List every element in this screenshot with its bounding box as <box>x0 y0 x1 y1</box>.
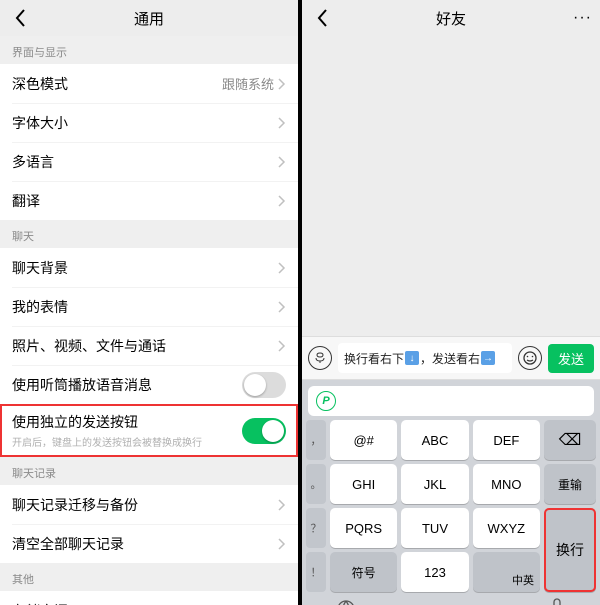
key-newline-highlighted[interactable]: 换行 <box>544 508 596 592</box>
chevron-right-icon <box>278 262 286 274</box>
row-stickers[interactable]: 我的表情 <box>0 287 298 326</box>
msg-text-1: 换行看右下 <box>344 350 404 367</box>
page-title: 好友 <box>436 8 466 29</box>
row-label: 聊天背景 <box>12 258 278 278</box>
keyboard-left-column: ， 。 ？ ！ <box>306 420 326 592</box>
key-comma[interactable]: ， <box>306 420 326 460</box>
row-multilang[interactable]: 多语言 <box>0 142 298 181</box>
row-media[interactable]: 照片、视频、文件与通话 <box>0 326 298 365</box>
chevron-left-icon <box>15 9 26 27</box>
key-delete[interactable]: ⌫ <box>544 420 596 460</box>
row-label: 使用听筒播放语音消息 <box>12 375 242 395</box>
section-header-chat: 聊天 <box>0 220 298 248</box>
page-title: 通用 <box>134 8 164 29</box>
key-def[interactable]: DEF <box>473 420 540 460</box>
key-jkl[interactable]: JKL <box>401 464 468 504</box>
section-header-other: 其他 <box>0 563 298 591</box>
key-wxyz[interactable]: WXYZ <box>473 508 540 548</box>
row-migrate[interactable]: 聊天记录迁移与备份 <box>0 485 298 524</box>
keyboard: P ， 。 ？ ！ @# ABC DEF GHI J <box>302 380 600 605</box>
row-label: 字体大小 <box>12 113 278 133</box>
key-question[interactable]: ？ <box>306 508 326 548</box>
chevron-right-icon <box>278 195 286 207</box>
chat-screen: 好友 ··· 换行看右下 ↓ ，发送看右 → 发送 P <box>302 0 600 605</box>
nav-bar: 好友 ··· <box>302 0 600 36</box>
key-at[interactable]: @# <box>330 420 397 460</box>
row-translate[interactable]: 翻译 <box>0 181 298 220</box>
key-pqrs[interactable]: PQRS <box>330 508 397 548</box>
row-send-button-highlighted: 使用独立的发送按钮 开启后，键盘上的发送按钮会被替换成换行 <box>0 404 298 457</box>
key-reinput[interactable]: 重输 <box>544 464 596 504</box>
chevron-right-icon <box>278 499 286 511</box>
chevron-right-icon <box>278 340 286 352</box>
input-bar: 换行看右下 ↓ ，发送看右 → 发送 <box>302 336 600 380</box>
chevron-right-icon <box>278 538 286 550</box>
section-header-history: 聊天记录 <box>0 457 298 485</box>
key-mno[interactable]: MNO <box>473 464 540 504</box>
chat-message-area[interactable] <box>302 36 600 336</box>
row-storage[interactable]: 存储空间 <box>0 591 298 605</box>
key-period[interactable]: 。 <box>306 464 326 504</box>
row-label: 翻译 <box>12 191 278 211</box>
emoji-icon[interactable] <box>518 346 542 370</box>
back-button[interactable] <box>310 6 334 30</box>
chevron-left-icon <box>317 9 328 27</box>
row-label: 使用独立的发送按钮 <box>12 412 242 432</box>
key-123[interactable]: 123 <box>401 552 468 592</box>
row-font-size[interactable]: 字体大小 <box>0 103 298 142</box>
settings-screen: 通用 界面与显示 深色模式 跟随系统 字体大小 多语言 翻译 聊天 聊天背景 我… <box>0 0 298 605</box>
row-dark-mode[interactable]: 深色模式 跟随系统 <box>0 64 298 103</box>
paste-icon: P <box>316 391 336 411</box>
keyboard-bottom-bar <box>306 592 596 605</box>
row-label: 清空全部聊天记录 <box>12 534 278 554</box>
toggle-send-button[interactable] <box>242 418 286 444</box>
keyboard-right-column: ⌫ 重输 换行 <box>544 420 596 592</box>
key-exclaim[interactable]: ！ <box>306 552 326 592</box>
chevron-right-icon <box>278 301 286 313</box>
row-value: 跟随系统 <box>222 74 274 93</box>
globe-icon[interactable] <box>336 599 356 605</box>
chevron-right-icon <box>278 156 286 168</box>
voice-input-icon[interactable] <box>308 346 332 370</box>
arrow-down-emoji: ↓ <box>405 351 419 365</box>
key-tuv[interactable]: TUV <box>401 508 468 548</box>
row-earpiece: 使用听筒播放语音消息 <box>0 365 298 404</box>
more-button[interactable]: ··· <box>573 9 592 27</box>
row-label: 多语言 <box>12 152 278 172</box>
row-label: 照片、视频、文件与通话 <box>12 336 278 356</box>
key-ghi[interactable]: GHI <box>330 464 397 504</box>
mic-icon[interactable] <box>548 598 566 605</box>
arrow-right-emoji: → <box>481 351 495 365</box>
row-label: 存储空间 <box>12 601 278 605</box>
row-label: 深色模式 <box>12 74 222 94</box>
paste-bar[interactable]: P <box>308 386 594 416</box>
msg-text-2: ，发送看右 <box>420 350 480 367</box>
row-label: 我的表情 <box>12 297 278 317</box>
section-header-ui: 界面与显示 <box>0 36 298 64</box>
row-label: 聊天记录迁移与备份 <box>12 495 278 515</box>
key-symbols[interactable]: 符号 <box>330 552 397 592</box>
key-lang-switch[interactable]: 中英 <box>473 552 540 592</box>
message-input[interactable]: 换行看右下 ↓ ，发送看右 → <box>338 343 512 373</box>
nav-bar: 通用 <box>0 0 298 36</box>
row-clear-history[interactable]: 清空全部聊天记录 <box>0 524 298 563</box>
keyboard-main: @# ABC DEF GHI JKL MNO PQRS TUV WXYZ <box>330 420 540 592</box>
send-button[interactable]: 发送 <box>548 344 594 373</box>
key-abc[interactable]: ABC <box>401 420 468 460</box>
back-button[interactable] <box>8 6 32 30</box>
chevron-right-icon <box>278 117 286 129</box>
row-chat-bg[interactable]: 聊天背景 <box>0 248 298 287</box>
chevron-right-icon <box>278 78 286 90</box>
toggle-earpiece[interactable] <box>242 372 286 398</box>
row-subtitle: 开启后，键盘上的发送按钮会被替换成换行 <box>12 434 242 449</box>
